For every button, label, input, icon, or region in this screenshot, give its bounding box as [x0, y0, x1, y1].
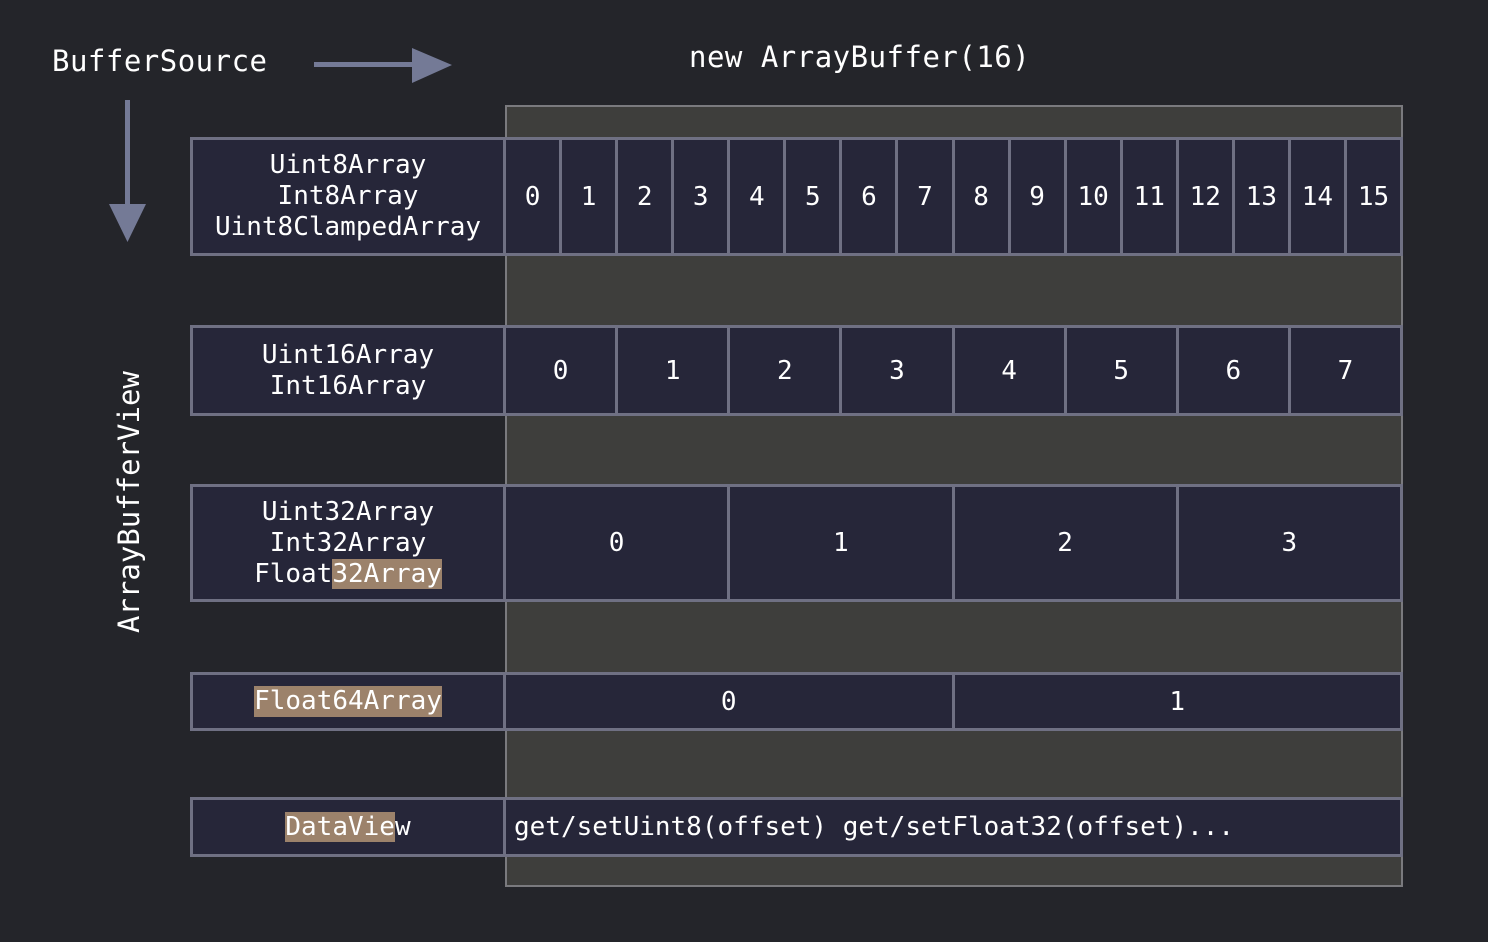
qword-cell: 1: [951, 675, 1401, 728]
label-float32-highlight: 32Array: [332, 558, 442, 589]
byte-cell: 0: [503, 140, 559, 253]
label-int32array: Int32Array: [269, 527, 427, 558]
qword-cell: 0: [503, 675, 952, 728]
byte-cell: 7: [895, 140, 951, 253]
label-float32array: Float32Array: [254, 558, 442, 590]
row-label-float64: Float64Array: [190, 672, 506, 731]
label-dataview-rest: w: [394, 811, 411, 842]
cells-uint16: 0 1 2 3 4 5 6 7: [503, 325, 1403, 416]
label-float64array: Float64Array: [254, 686, 442, 717]
dataview-methods: get/setUint8(offset) get/setFloat32(offs…: [503, 800, 1400, 854]
row-label-uint32: Uint32Array Int32Array Float32Array: [190, 484, 506, 602]
label-float32-prefix: Float: [254, 558, 333, 589]
row-label-dataview: DataView: [190, 797, 506, 857]
label-uint8array: Uint8Array: [269, 150, 427, 180]
word-cell: 3: [839, 328, 951, 413]
label-uint16array: Uint16Array: [261, 339, 435, 370]
cells-uint32: 0 1 2 3: [503, 484, 1403, 602]
cells-dataview: get/setUint8(offset) get/setFloat32(offs…: [503, 797, 1403, 857]
byte-cell: 3: [671, 140, 727, 253]
byte-cell: 9: [1007, 140, 1064, 253]
cells-float64: 0 1: [503, 672, 1403, 731]
byte-cell: 5: [783, 140, 839, 253]
byte-cell: 2: [615, 140, 671, 253]
buffer-source-label: BufferSource: [52, 44, 268, 78]
word-cell: 6: [1175, 328, 1288, 413]
byte-cell: 12: [1175, 140, 1232, 253]
word-cell: 0: [503, 328, 615, 413]
byte-cell: 4: [727, 140, 783, 253]
dword-cell: 3: [1175, 487, 1400, 599]
down-arrow-icon: [109, 100, 146, 242]
label-dataview: DataView: [285, 811, 411, 843]
cells-uint8: 0 1 2 3 4 5 6 7 8 9 10 11 12 13 14 15: [503, 137, 1403, 256]
byte-cell: 15: [1343, 140, 1400, 253]
byte-cell: 10: [1063, 140, 1120, 253]
byte-cell: 11: [1119, 140, 1176, 253]
array-buffer-title: new ArrayBuffer(16): [689, 40, 1031, 74]
byte-cell: 8: [951, 140, 1008, 253]
dword-cell: 0: [503, 487, 727, 599]
label-int8array: Int8Array: [277, 181, 419, 211]
dword-cell: 2: [951, 487, 1176, 599]
label-uint32array: Uint32Array: [261, 496, 435, 527]
byte-cell: 13: [1231, 140, 1288, 253]
label-dataview-highlight: DataVie: [285, 811, 395, 842]
word-cell: 4: [951, 328, 1064, 413]
word-cell: 5: [1063, 328, 1176, 413]
word-cell: 2: [727, 328, 839, 413]
row-label-uint8: Uint8Array Int8Array Uint8ClampedArray: [190, 137, 506, 256]
dword-cell: 1: [727, 487, 951, 599]
word-cell: 1: [615, 328, 727, 413]
row-label-uint16: Uint16Array Int16Array: [190, 325, 506, 416]
byte-cell: 14: [1287, 140, 1344, 253]
word-cell: 7: [1287, 328, 1400, 413]
byte-cell: 6: [839, 140, 895, 253]
label-uint8clampedarray: Uint8ClampedArray: [214, 212, 482, 242]
array-buffer-view-label: ArrayBufferView: [112, 371, 146, 633]
label-int16array: Int16Array: [269, 370, 427, 401]
byte-cell: 1: [559, 140, 615, 253]
right-arrow-icon: [314, 48, 452, 83]
